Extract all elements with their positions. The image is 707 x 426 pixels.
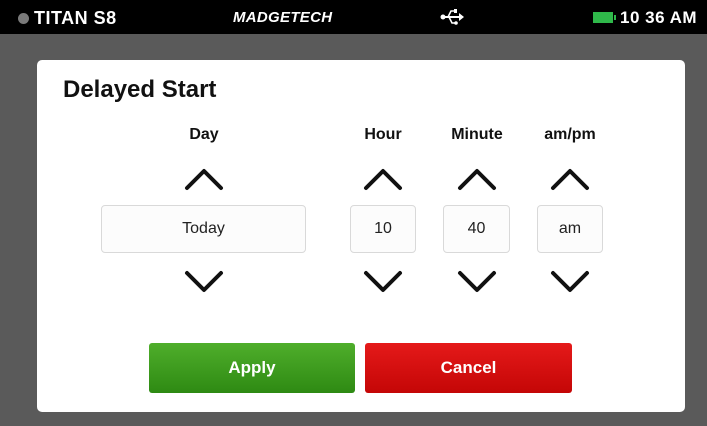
hour-increment-chevron-up-icon[interactable] [362,166,404,192]
hour-field[interactable]: 10 [350,205,416,253]
battery-icon [593,12,616,23]
clock: 10 36 AM [620,8,698,27]
minute-decrement-chevron-down-icon[interactable] [456,268,498,294]
day-field[interactable]: Today [101,205,306,253]
day-decrement-chevron-down-icon[interactable] [183,268,225,294]
delayed-start-dialog: Delayed Start Day Today Hour 10 Minute 4… [37,60,685,412]
usb-icon [440,8,464,26]
day-increment-chevron-up-icon[interactable] [183,166,225,192]
apply-button[interactable]: Apply [149,343,355,393]
hour-label: Hour [364,126,402,143]
ampm-field[interactable]: am [537,205,603,253]
ampm-increment-chevron-up-icon[interactable] [549,166,591,192]
status-bar: TITAN S8 MADGETECH 10 36 AM [0,0,707,34]
day-label: Day [189,126,219,143]
status-indicator-icon [18,13,29,24]
device-name: TITAN S8 [34,8,117,28]
ampm-label: am/pm [544,126,596,143]
dialog-title: Delayed Start [63,76,217,103]
cancel-button[interactable]: Cancel [365,343,572,393]
brand-logo: MADGETECH [233,9,333,26]
ampm-decrement-chevron-down-icon[interactable] [549,268,591,294]
minute-label: Minute [451,126,503,143]
hour-decrement-chevron-down-icon[interactable] [362,268,404,294]
minute-field[interactable]: 40 [443,205,510,253]
minute-increment-chevron-up-icon[interactable] [456,166,498,192]
